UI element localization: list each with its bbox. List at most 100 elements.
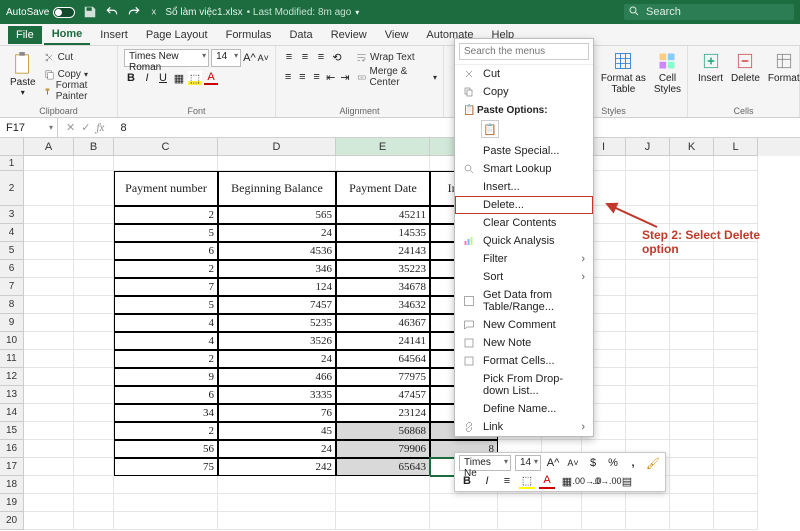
cell[interactable]	[74, 350, 114, 368]
cell[interactable]	[24, 242, 74, 260]
cell[interactable]	[714, 171, 758, 206]
cell[interactable]	[218, 476, 336, 494]
cell[interactable]	[670, 422, 714, 440]
fx-icon[interactable]: fx	[96, 121, 104, 134]
cell[interactable]	[336, 156, 430, 171]
bold-button[interactable]: B	[124, 71, 138, 85]
cell[interactable]	[24, 171, 74, 206]
ctx-pick[interactable]: Pick From Drop-down List...	[455, 370, 593, 400]
cell[interactable]: 24	[218, 440, 336, 458]
cell[interactable]	[114, 476, 218, 494]
cell[interactable]: 2	[114, 422, 218, 440]
cell[interactable]	[24, 494, 74, 512]
mini-inc-decimal-icon[interactable]: .0→.00	[599, 473, 615, 489]
cell[interactable]	[626, 260, 670, 278]
fill-color-button[interactable]: ⬚	[188, 71, 202, 85]
cell[interactable]: 45211	[336, 206, 430, 224]
cell[interactable]: 5	[114, 296, 218, 314]
mini-currency-icon[interactable]: $	[585, 455, 601, 471]
font-family-combo[interactable]: Times New Roman	[124, 49, 209, 67]
row-header[interactable]: 11	[0, 350, 24, 368]
cancel-formula-icon[interactable]: ✕	[66, 121, 75, 134]
undo-icon[interactable]	[105, 5, 119, 19]
tab-data[interactable]: Data	[281, 26, 320, 44]
cell[interactable]	[74, 440, 114, 458]
row-header[interactable]: 1	[0, 156, 24, 171]
row-header[interactable]: 18	[0, 476, 24, 494]
document-name[interactable]: X Sổ làm việc1.xlsx • Last Modified: 8m …	[149, 6, 359, 18]
cell[interactable]	[336, 494, 430, 512]
row-header[interactable]: 7	[0, 278, 24, 296]
cell[interactable]	[714, 476, 758, 494]
cell[interactable]	[714, 494, 758, 512]
save-icon[interactable]	[83, 5, 97, 19]
mini-format-painter-icon[interactable]: 🖌	[645, 455, 661, 471]
cell[interactable]: 2	[114, 206, 218, 224]
decrease-font-icon[interactable]: A˅	[258, 51, 269, 65]
cell[interactable]	[114, 156, 218, 171]
cell[interactable]: 45	[218, 422, 336, 440]
cell[interactable]	[626, 494, 670, 512]
cell[interactable]	[626, 156, 670, 171]
mini-italic-icon[interactable]: I	[479, 473, 495, 489]
indent-inc-icon[interactable]: ⇥	[339, 70, 351, 84]
cell[interactable]	[74, 494, 114, 512]
cell[interactable]: 46367	[336, 314, 430, 332]
cell[interactable]	[582, 512, 626, 530]
cell[interactable]: 7457	[218, 296, 336, 314]
cell[interactable]: Beginning Balance	[218, 171, 336, 206]
mini-size-combo[interactable]: 14	[515, 455, 541, 471]
cell[interactable]: 5	[114, 224, 218, 242]
cell[interactable]	[336, 512, 430, 530]
ctx-new-comment[interactable]: New Comment	[455, 316, 593, 334]
cell[interactable]	[670, 314, 714, 332]
cell[interactable]: 24	[218, 224, 336, 242]
cell[interactable]: 24143	[336, 242, 430, 260]
col-header-D[interactable]: D	[218, 138, 336, 156]
cell[interactable]	[74, 386, 114, 404]
col-header-C[interactable]: C	[114, 138, 218, 156]
cell[interactable]: 3335	[218, 386, 336, 404]
mini-inc-font-icon[interactable]: A^	[545, 455, 561, 471]
cell[interactable]	[74, 171, 114, 206]
cell[interactable]	[430, 512, 498, 530]
cell[interactable]: 56868	[336, 422, 430, 440]
cell[interactable]: 79906	[336, 440, 430, 458]
cell[interactable]	[714, 440, 758, 458]
cell[interactable]	[74, 368, 114, 386]
cell[interactable]	[714, 206, 758, 224]
cell[interactable]	[582, 494, 626, 512]
cell[interactable]	[74, 512, 114, 530]
cell[interactable]: 64564	[336, 350, 430, 368]
wrap-text-button[interactable]: Wrap Text	[356, 49, 415, 65]
cell[interactable]	[626, 368, 670, 386]
col-header-L[interactable]: L	[714, 138, 758, 156]
align-bottom-icon[interactable]: ≡	[314, 50, 328, 64]
cell[interactable]	[626, 350, 670, 368]
cell[interactable]	[670, 440, 714, 458]
tab-view[interactable]: View	[377, 26, 417, 44]
cell[interactable]	[218, 494, 336, 512]
cell[interactable]	[24, 332, 74, 350]
cell[interactable]: 242	[218, 458, 336, 476]
cell[interactable]	[714, 278, 758, 296]
cell[interactable]	[714, 296, 758, 314]
cell[interactable]	[670, 332, 714, 350]
row-header[interactable]: 3	[0, 206, 24, 224]
cell[interactable]	[670, 386, 714, 404]
mini-cond-fmt-icon[interactable]: ▤	[619, 473, 635, 489]
ctx-copy[interactable]: Copy	[455, 83, 593, 101]
align-middle-icon[interactable]: ≡	[298, 50, 312, 64]
ctx-format-cells[interactable]: Format Cells...	[455, 352, 593, 370]
row-header[interactable]: 10	[0, 332, 24, 350]
cell[interactable]: Payment Date	[336, 171, 430, 206]
cell[interactable]: 565	[218, 206, 336, 224]
mini-font-color-icon[interactable]: A	[539, 473, 555, 489]
cell[interactable]: 56	[114, 440, 218, 458]
cell[interactable]	[74, 476, 114, 494]
cell[interactable]	[74, 224, 114, 242]
select-all-corner[interactable]	[0, 138, 24, 156]
row-header[interactable]: 5	[0, 242, 24, 260]
cell[interactable]: 47457	[336, 386, 430, 404]
cell[interactable]	[498, 512, 542, 530]
